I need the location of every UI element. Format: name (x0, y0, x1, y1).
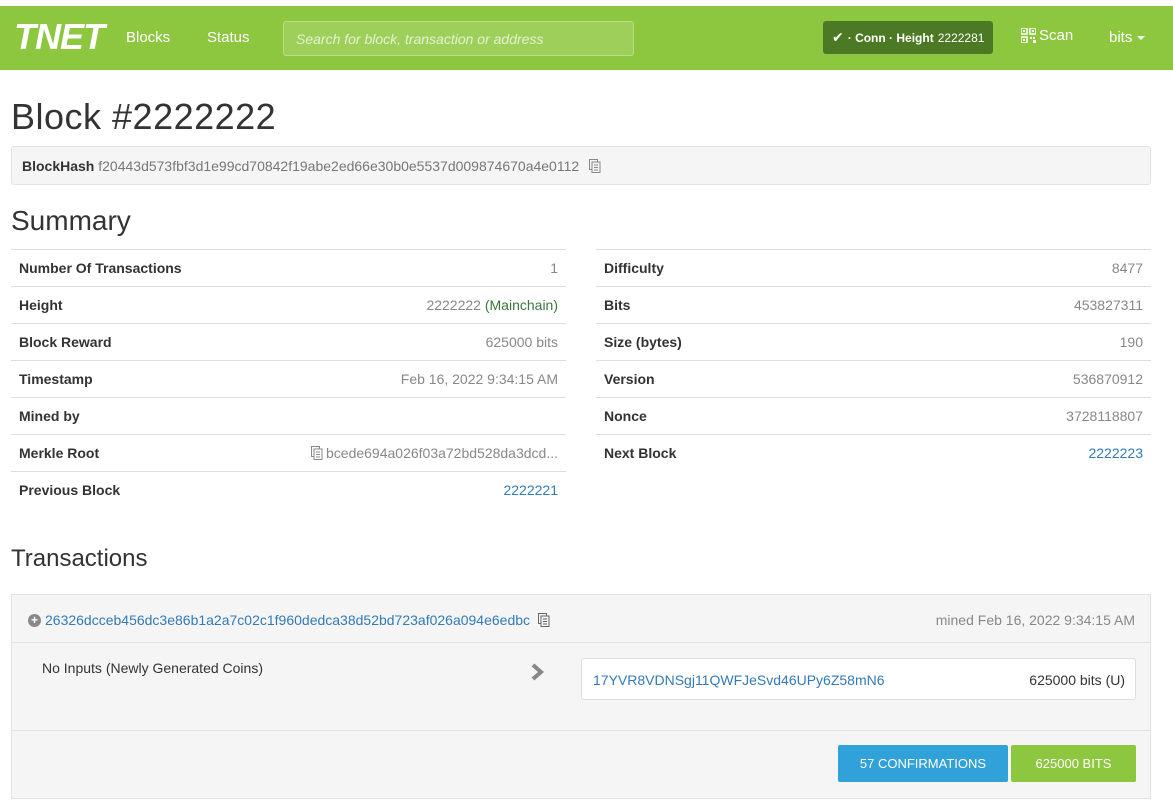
summary-value: 190 (874, 323, 1151, 361)
summary-value: Feb 16, 2022 9:34:15 AM (235, 360, 566, 398)
conn-label: · Conn · Height (847, 30, 934, 45)
summary-table-left: Number Of Transactions 1 Height 2222222 … (11, 249, 566, 509)
output-address-link[interactable]: 17YVR8VDNSgj11QWFJeSvd46UPy6Z58mN6 (593, 672, 885, 688)
summary-key: Merkle Root (11, 434, 236, 472)
summary-key: Timestamp (11, 360, 236, 398)
units-dropdown[interactable]: bits (1109, 29, 1146, 46)
transactions-heading: Transactions (11, 545, 148, 572)
summary-value: 625000 bits (235, 323, 566, 361)
connection-status-badge[interactable]: ✔ · Conn · Height 2222281 (823, 21, 993, 54)
summary-value: 2222223 (874, 434, 1151, 472)
next-block-link[interactable]: 2222223 (1088, 445, 1143, 461)
confirmations-button[interactable]: 57 CONFIRMATIONS (838, 745, 1008, 782)
units-label: bits (1109, 29, 1133, 46)
summary-value: 453827311 (874, 286, 1151, 324)
transaction-header: + 26326dcceb456dc3e86b1a2a7c02c1f960dedc… (12, 595, 1150, 643)
summary-key: Difficulty (596, 249, 875, 287)
tx-hash: 26326dcceb456dc3e86b1a2a7c02c1f960dedca3… (45, 612, 550, 628)
search-input[interactable] (283, 21, 634, 56)
inputs-text: No Inputs (Newly Generated Coins) (42, 660, 263, 676)
transaction-body: No Inputs (Newly Generated Coins) 17YVR8… (12, 643, 1150, 731)
table-row: Nonce 3728118807 (596, 397, 1151, 435)
copy-icon[interactable] (311, 446, 323, 460)
previous-block-link[interactable]: 2222221 (503, 482, 558, 498)
block-hash-value[interactable]: f20443d573fbf3d1e99cd70842f19abe2ed66e30… (98, 158, 579, 174)
mainchain-note: (Mainchain) (484, 297, 558, 313)
summary-key: Nonce (596, 397, 875, 435)
block-hash-label: BlockHash (22, 158, 95, 174)
nav-blocks-link[interactable]: Blocks (126, 29, 170, 46)
table-row: Next Block 2222223 (596, 434, 1151, 472)
summary-heading: Summary (11, 205, 131, 236)
summary-key: Previous Block (11, 471, 236, 509)
table-row: Size (bytes) 190 (596, 323, 1151, 361)
table-row: Timestamp Feb 16, 2022 9:34:15 AM (11, 360, 566, 398)
table-row: Mined by (11, 397, 566, 435)
summary-key: Mined by (11, 397, 236, 435)
transaction-panel: + 26326dcceb456dc3e86b1a2a7c02c1f960dedc… (11, 594, 1151, 799)
caret-down-icon (1137, 36, 1146, 41)
table-row: Bits 453827311 (596, 286, 1151, 324)
tx-mined-time: mined Feb 16, 2022 9:34:15 AM (935, 612, 1135, 628)
summary-value (235, 397, 566, 435)
table-row: Number Of Transactions 1 (11, 249, 566, 287)
page-title: Block #2222222 (11, 96, 277, 137)
scan-button[interactable]: Scan (1021, 27, 1073, 44)
summary-value: bcede694a026f03a72bd528da3dcd... (235, 434, 566, 472)
block-height-value: 2222281 (937, 30, 985, 45)
summary-value: 8477 (874, 249, 1151, 287)
summary-value: 3728118807 (874, 397, 1151, 435)
table-row: Merkle Root bcede694a026f03a72bd528da3dc… (11, 434, 566, 472)
summary-table-right: Difficulty 8477 Bits 453827311 Size (byt… (596, 249, 1151, 472)
chevron-right-icon (531, 663, 544, 681)
merkle-root-value: bcede694a026f03a72bd528da3dcd... (326, 445, 558, 461)
block-hash-well: BlockHash f20443d573fbf3d1e99cd70842f19a… (11, 146, 1151, 185)
summary-value: 2222222 (Mainchain) (235, 286, 566, 324)
qr-code-icon (1021, 28, 1036, 43)
table-row: Previous Block 2222221 (11, 471, 566, 509)
brand-logo[interactable]: TNET (14, 16, 105, 58)
total-amount-button[interactable]: 625000 BITS (1011, 745, 1136, 782)
summary-key: Bits (596, 286, 875, 324)
output-amount: 625000 bits (U) (1029, 672, 1125, 688)
txid-link[interactable]: 26326dcceb456dc3e86b1a2a7c02c1f960dedca3… (45, 612, 530, 628)
table-row: Block Reward 625000 bits (11, 323, 566, 361)
copy-icon[interactable] (589, 159, 601, 173)
summary-key: Size (bytes) (596, 323, 875, 361)
summary-value: 536870912 (874, 360, 1151, 398)
check-icon: ✔ (832, 29, 844, 45)
plus-circle-icon[interactable]: + (28, 614, 41, 627)
table-row: Difficulty 8477 (596, 249, 1151, 287)
summary-value: 1 (235, 249, 566, 287)
summary-key: Block Reward (11, 323, 236, 361)
height-value: 2222222 (426, 297, 481, 313)
summary-key: Height (11, 286, 236, 324)
copy-icon[interactable] (537, 613, 550, 627)
table-row: Version 536870912 (596, 360, 1151, 398)
summary-key: Next Block (596, 434, 875, 472)
summary-key: Version (596, 360, 875, 398)
nav-status-link[interactable]: Status (207, 29, 250, 46)
summary-value: 2222221 (235, 471, 566, 509)
scan-label: Scan (1039, 27, 1074, 44)
navbar: TNET Blocks Status ✔ · Conn · Height 222… (0, 6, 1173, 70)
output-item: 17YVR8VDNSgj11QWFJeSvd46UPy6Z58mN6 62500… (581, 658, 1136, 700)
summary-key: Number Of Transactions (11, 249, 236, 287)
table-row: Height 2222222 (Mainchain) (11, 286, 566, 324)
